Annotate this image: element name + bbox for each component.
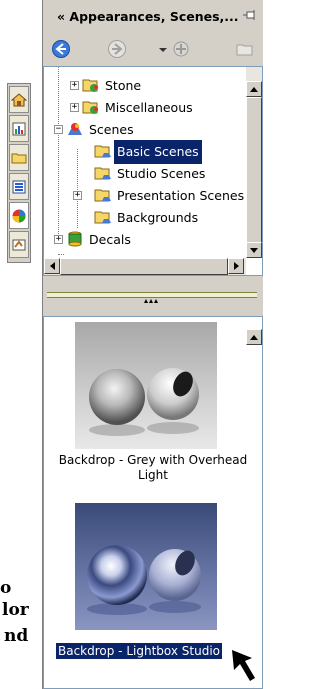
tree-item-label: Miscellaneous bbox=[105, 100, 193, 115]
scene-caption-lightbox-studio[interactable]: Backdrop - Lightbox Studio bbox=[46, 643, 232, 659]
appearance-tree: + Stone + Miscellaneous − Scenes Basic S… bbox=[43, 66, 263, 276]
appearance-ball-icon bbox=[12, 209, 26, 222]
appearance-folder-icon bbox=[82, 79, 98, 92]
background-text-2: lor bbox=[2, 600, 29, 620]
preview-scroll-up-button[interactable] bbox=[246, 329, 262, 345]
caption-text: Backdrop - Lightbox Studio bbox=[55, 643, 222, 659]
scene-thumbnail-grey-overhead[interactable] bbox=[75, 322, 217, 449]
arrow-right-icon bbox=[233, 262, 239, 270]
arrow-up-icon bbox=[250, 86, 258, 92]
scroll-right-button[interactable] bbox=[228, 258, 244, 274]
chart-icon bbox=[12, 122, 26, 135]
collapse-icon[interactable]: − bbox=[54, 125, 63, 134]
tree-item-label: Backgrounds bbox=[117, 210, 199, 225]
tree-item-label: Stone bbox=[105, 78, 142, 93]
tree-item-label: Decals bbox=[89, 232, 131, 247]
arrow-down-icon bbox=[250, 247, 258, 253]
appearance-tab[interactable] bbox=[9, 202, 29, 229]
background-text-1: o bbox=[0, 578, 12, 598]
home-icon bbox=[11, 92, 27, 106]
scene-folder-icon bbox=[94, 145, 111, 158]
open-folder-icon[interactable] bbox=[235, 39, 255, 59]
forward-arrow-icon[interactable] bbox=[107, 39, 127, 59]
background-text-3: nd bbox=[4, 626, 29, 646]
title-bar: « Appearances, Scenes,... bbox=[43, 0, 263, 36]
folder-tab[interactable] bbox=[9, 144, 29, 171]
scroll-up-button[interactable] bbox=[246, 81, 262, 97]
tree-horizontal-scrollbar[interactable] bbox=[44, 258, 246, 275]
scene-caption-grey-overhead[interactable]: Backdrop - Grey with Overhead Light bbox=[46, 453, 260, 483]
back-arrow-icon[interactable] bbox=[51, 39, 71, 59]
expand-icon[interactable]: + bbox=[70, 103, 79, 112]
tree-vertical-scrollbar[interactable] bbox=[246, 67, 262, 258]
scene-preview-list: Backdrop - Grey with Overhead Light Back… bbox=[43, 316, 263, 689]
tree-item-label: Scenes bbox=[89, 122, 134, 137]
list-tab[interactable] bbox=[9, 173, 29, 200]
pushpin-icon[interactable] bbox=[243, 10, 257, 22]
splitter-grip-icon bbox=[144, 299, 158, 303]
add-file-location-icon[interactable] bbox=[153, 39, 193, 59]
scenes-icon bbox=[68, 123, 82, 135]
expand-icon[interactable]: + bbox=[54, 235, 63, 244]
scene-folder-icon bbox=[94, 189, 111, 202]
chart-tab[interactable] bbox=[9, 115, 29, 142]
tree-item-label: Presentation Scenes bbox=[117, 188, 245, 203]
scene-folder-icon bbox=[94, 211, 111, 224]
properties-tab[interactable] bbox=[9, 231, 29, 258]
expand-icon[interactable]: + bbox=[73, 191, 82, 200]
pane-splitter[interactable] bbox=[43, 288, 263, 314]
navigation-toolbar bbox=[43, 36, 263, 64]
pane-title[interactable]: « Appearances, Scenes,... bbox=[57, 9, 239, 24]
scroll-thumb[interactable] bbox=[246, 97, 262, 247]
scroll-thumb[interactable] bbox=[60, 258, 228, 275]
scene-thumbnail-lightbox-studio[interactable] bbox=[75, 503, 217, 630]
expand-icon[interactable]: + bbox=[70, 81, 79, 90]
tree-item-label: Studio Scenes bbox=[117, 166, 206, 181]
folder-icon bbox=[11, 153, 27, 163]
appearances-task-pane: « Appearances, Scenes,... + Stone + Misc… bbox=[42, 0, 263, 689]
pointer-arrow-icon bbox=[232, 650, 255, 681]
arrow-up-icon bbox=[250, 334, 258, 340]
caption-text: Backdrop - Grey with Overhead Light bbox=[58, 453, 248, 482]
task-pane-tab-strip bbox=[7, 83, 31, 263]
home-tab[interactable] bbox=[9, 86, 29, 113]
properties-icon bbox=[12, 239, 26, 250]
scene-folder-icon bbox=[94, 167, 111, 180]
decals-icon bbox=[68, 231, 82, 247]
scroll-down-button[interactable] bbox=[246, 242, 262, 258]
arrow-left-icon bbox=[49, 262, 55, 270]
appearance-folder-icon bbox=[82, 101, 98, 114]
list-icon bbox=[12, 180, 26, 193]
scroll-left-button[interactable] bbox=[44, 258, 60, 274]
tree-item-label: Basic Scenes bbox=[114, 140, 202, 164]
